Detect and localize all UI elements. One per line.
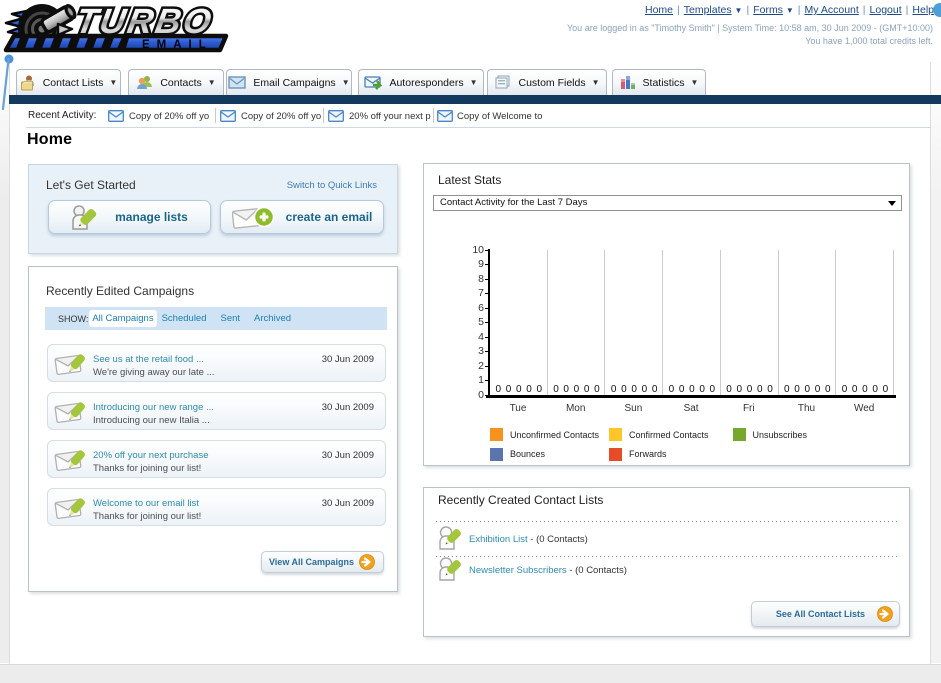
svg-text:TURBO: TURBO xyxy=(73,2,217,41)
